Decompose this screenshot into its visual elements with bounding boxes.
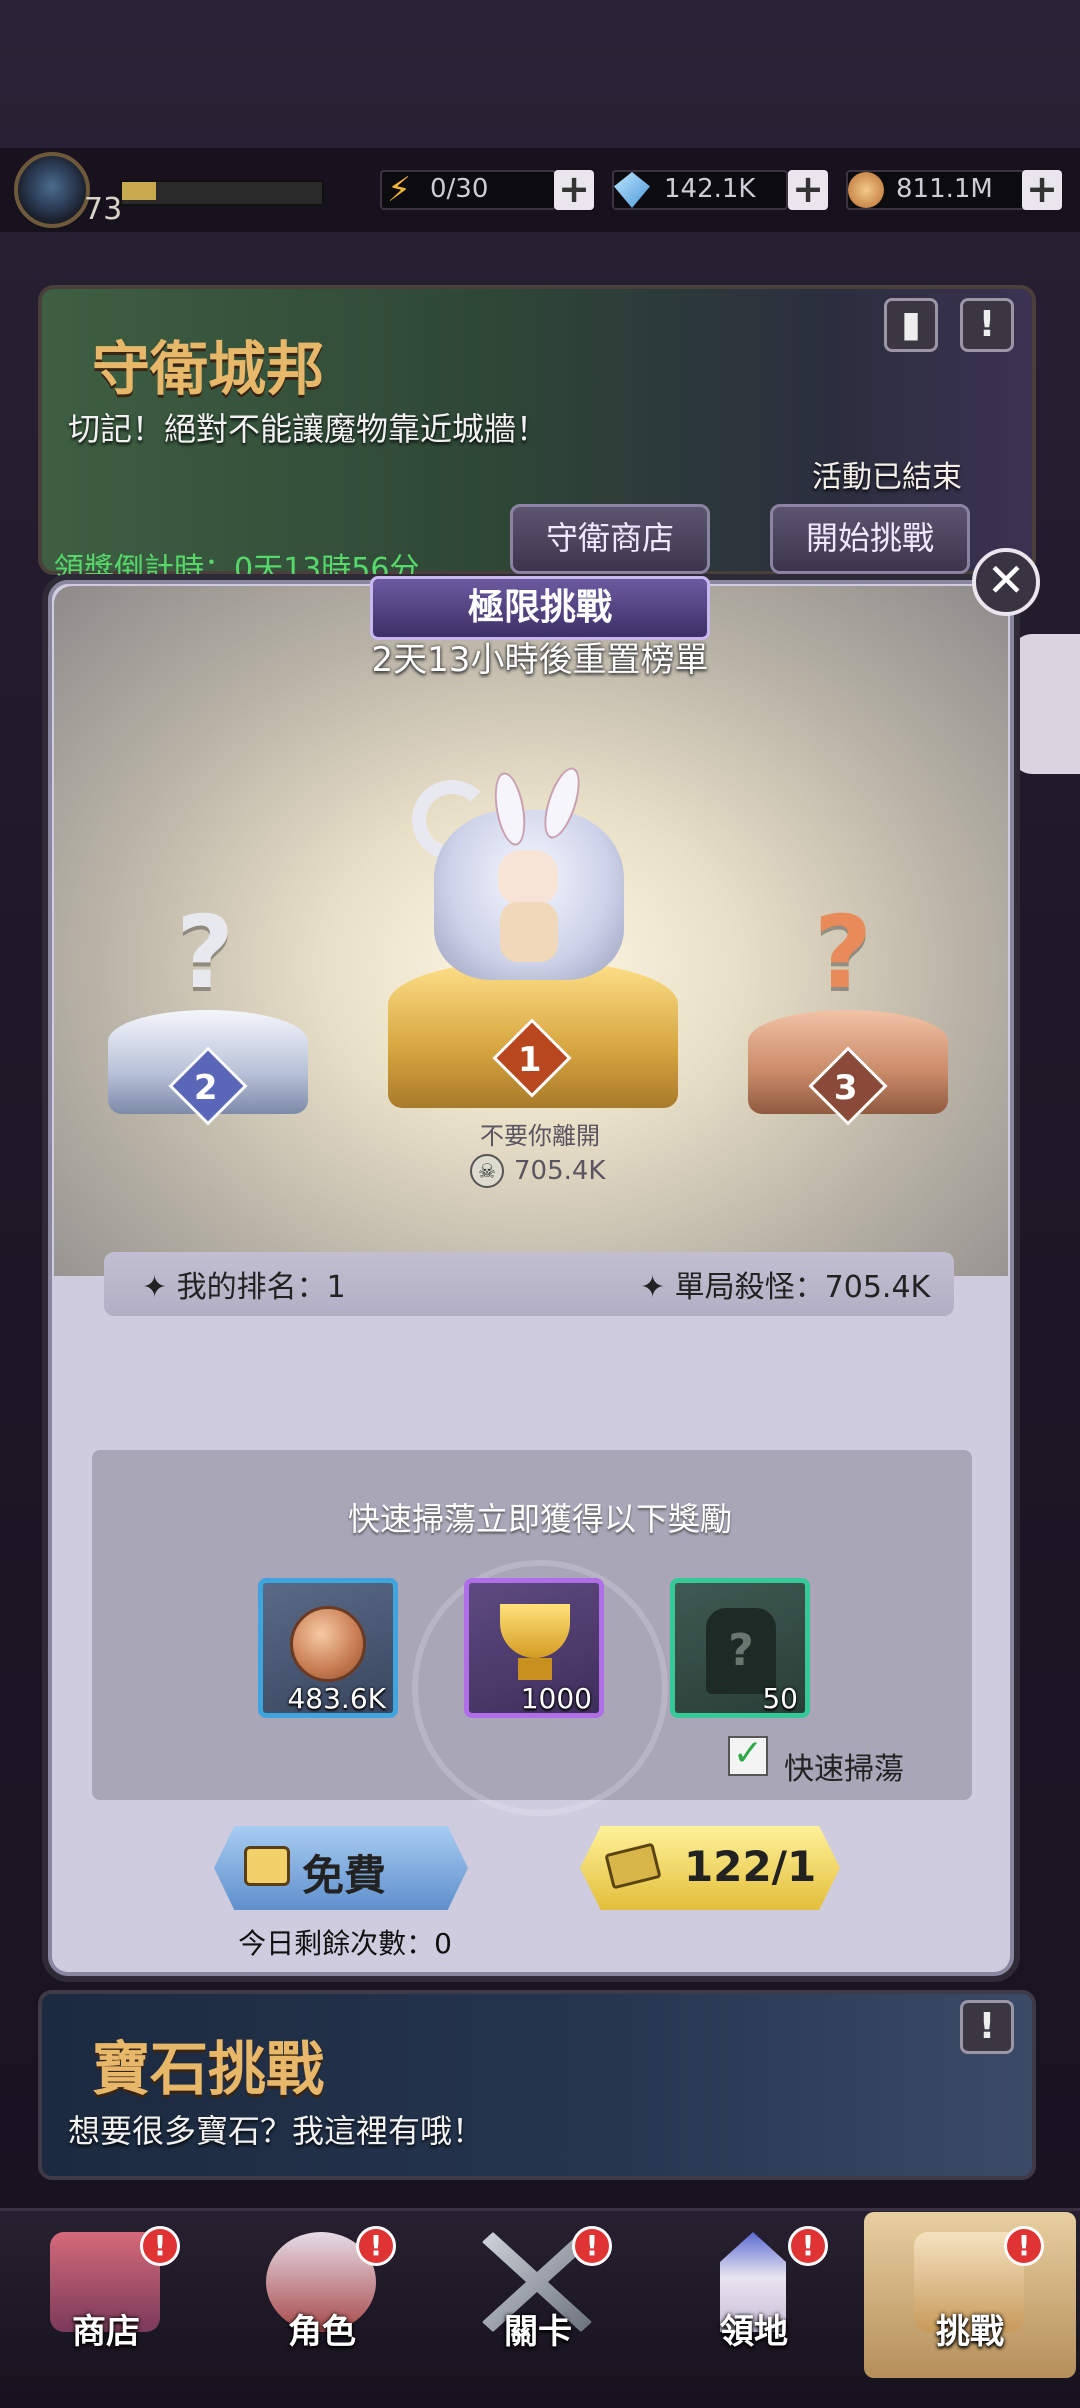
my-rank: ✦ 我的排名：1 bbox=[142, 1270, 346, 1305]
reward-gold-count: 483.6K bbox=[287, 1682, 386, 1715]
nav-territory-label: 領地 bbox=[720, 2312, 788, 2352]
character-alert-badge: ! bbox=[356, 2226, 396, 2266]
add-gems-button[interactable]: + bbox=[788, 170, 828, 210]
remaining-attempts: 今日剩餘次數：0 bbox=[238, 1927, 452, 1960]
territory-alert-badge: ! bbox=[788, 2226, 828, 2266]
quick-sweep-label[interactable]: 快速掃蕩 bbox=[784, 1744, 904, 1788]
close-button[interactable]: ✕ bbox=[972, 548, 1040, 616]
nav-territory[interactable]: ! 領地 bbox=[648, 2212, 860, 2378]
character-face bbox=[498, 850, 558, 906]
challenge-alert-badge: ! bbox=[1004, 2226, 1044, 2266]
gold-value: 811.1M bbox=[896, 174, 993, 204]
gem-banner-subtitle: 想要很多寶石？我這裡有哦！ bbox=[68, 2112, 485, 2150]
rank-3-number: 3 bbox=[834, 1068, 858, 1109]
shop-alert-badge: ! bbox=[140, 2226, 180, 2266]
player-level: 73 bbox=[84, 192, 123, 227]
energy-value: 0/30 bbox=[430, 174, 489, 204]
ticket-count: 122/1 bbox=[684, 1842, 817, 1891]
nav-stage-label: 關卡 bbox=[504, 2312, 572, 2352]
first-player-name: 不要你離開 bbox=[480, 1122, 600, 1150]
player-avatar[interactable] bbox=[14, 152, 90, 228]
nav-challenge-label: 挑戰 bbox=[936, 2312, 1004, 2352]
start-challenge-button[interactable]: 開始挑戰 bbox=[770, 504, 970, 574]
reward-costume-count: 50 bbox=[762, 1682, 798, 1715]
add-gold-button[interactable]: + bbox=[1022, 170, 1062, 210]
reward-trophy-count: 1000 bbox=[520, 1682, 592, 1715]
ranking-icon[interactable]: ▮ bbox=[884, 298, 938, 352]
quick-sweep-checkbox[interactable]: ✓ bbox=[728, 1736, 768, 1776]
modal-title: 極限挑戰 bbox=[370, 576, 710, 640]
nav-stage[interactable]: ! 關卡 bbox=[432, 2212, 644, 2378]
trophy-base bbox=[518, 1658, 552, 1680]
nav-character-label: 角色 bbox=[288, 2312, 356, 2352]
reward-title: 快速掃蕩立即獲得以下獎勵 bbox=[347, 1500, 732, 1538]
free-button-label: 免費 bbox=[302, 1851, 387, 1900]
nav-shop-label: 商店 bbox=[72, 2312, 140, 2352]
gems-value: 142.1K bbox=[664, 174, 756, 204]
gem-banner-title: 寶石挑戰 bbox=[92, 2035, 325, 2103]
second-unknown-icon: ? bbox=[176, 894, 235, 1011]
best-kills: ✦ 單局殺怪：705.4K bbox=[640, 1270, 931, 1305]
tv-ad-icon bbox=[244, 1846, 290, 1886]
info-icon[interactable]: ! bbox=[960, 298, 1014, 352]
skull-icon: ☠ bbox=[470, 1154, 504, 1188]
rank-2-number: 2 bbox=[194, 1068, 218, 1109]
banner-title: 守衛城邦 bbox=[92, 335, 325, 403]
nav-challenge[interactable]: ! 挑戰 bbox=[864, 2212, 1076, 2378]
lightning-icon: ⚡ bbox=[387, 170, 411, 210]
gold-coin-icon bbox=[848, 172, 884, 208]
banner-subtitle: 切記！絕對不能讓魔物靠近城牆！ bbox=[68, 410, 549, 448]
add-energy-button[interactable]: + bbox=[554, 170, 594, 210]
gold-coin-icon bbox=[290, 1606, 366, 1682]
reset-timer: 2天13小時後重置榜單 bbox=[371, 640, 709, 680]
gem-info-icon[interactable]: ! bbox=[960, 2000, 1014, 2054]
third-unknown-icon: ? bbox=[814, 894, 873, 1011]
character-body bbox=[500, 902, 558, 962]
defense-shop-button[interactable]: 守衛商店 bbox=[510, 504, 710, 574]
first-player-score: 705.4K bbox=[514, 1156, 606, 1186]
nav-shop[interactable]: ! 商店 bbox=[0, 2212, 212, 2378]
rank-1-number: 1 bbox=[518, 1040, 542, 1081]
nav-character[interactable]: ! 角色 bbox=[216, 2212, 428, 2378]
xp-bar-fill bbox=[122, 182, 156, 200]
event-status: 活動已結束 bbox=[812, 460, 962, 495]
stage-alert-badge: ! bbox=[572, 2226, 612, 2266]
